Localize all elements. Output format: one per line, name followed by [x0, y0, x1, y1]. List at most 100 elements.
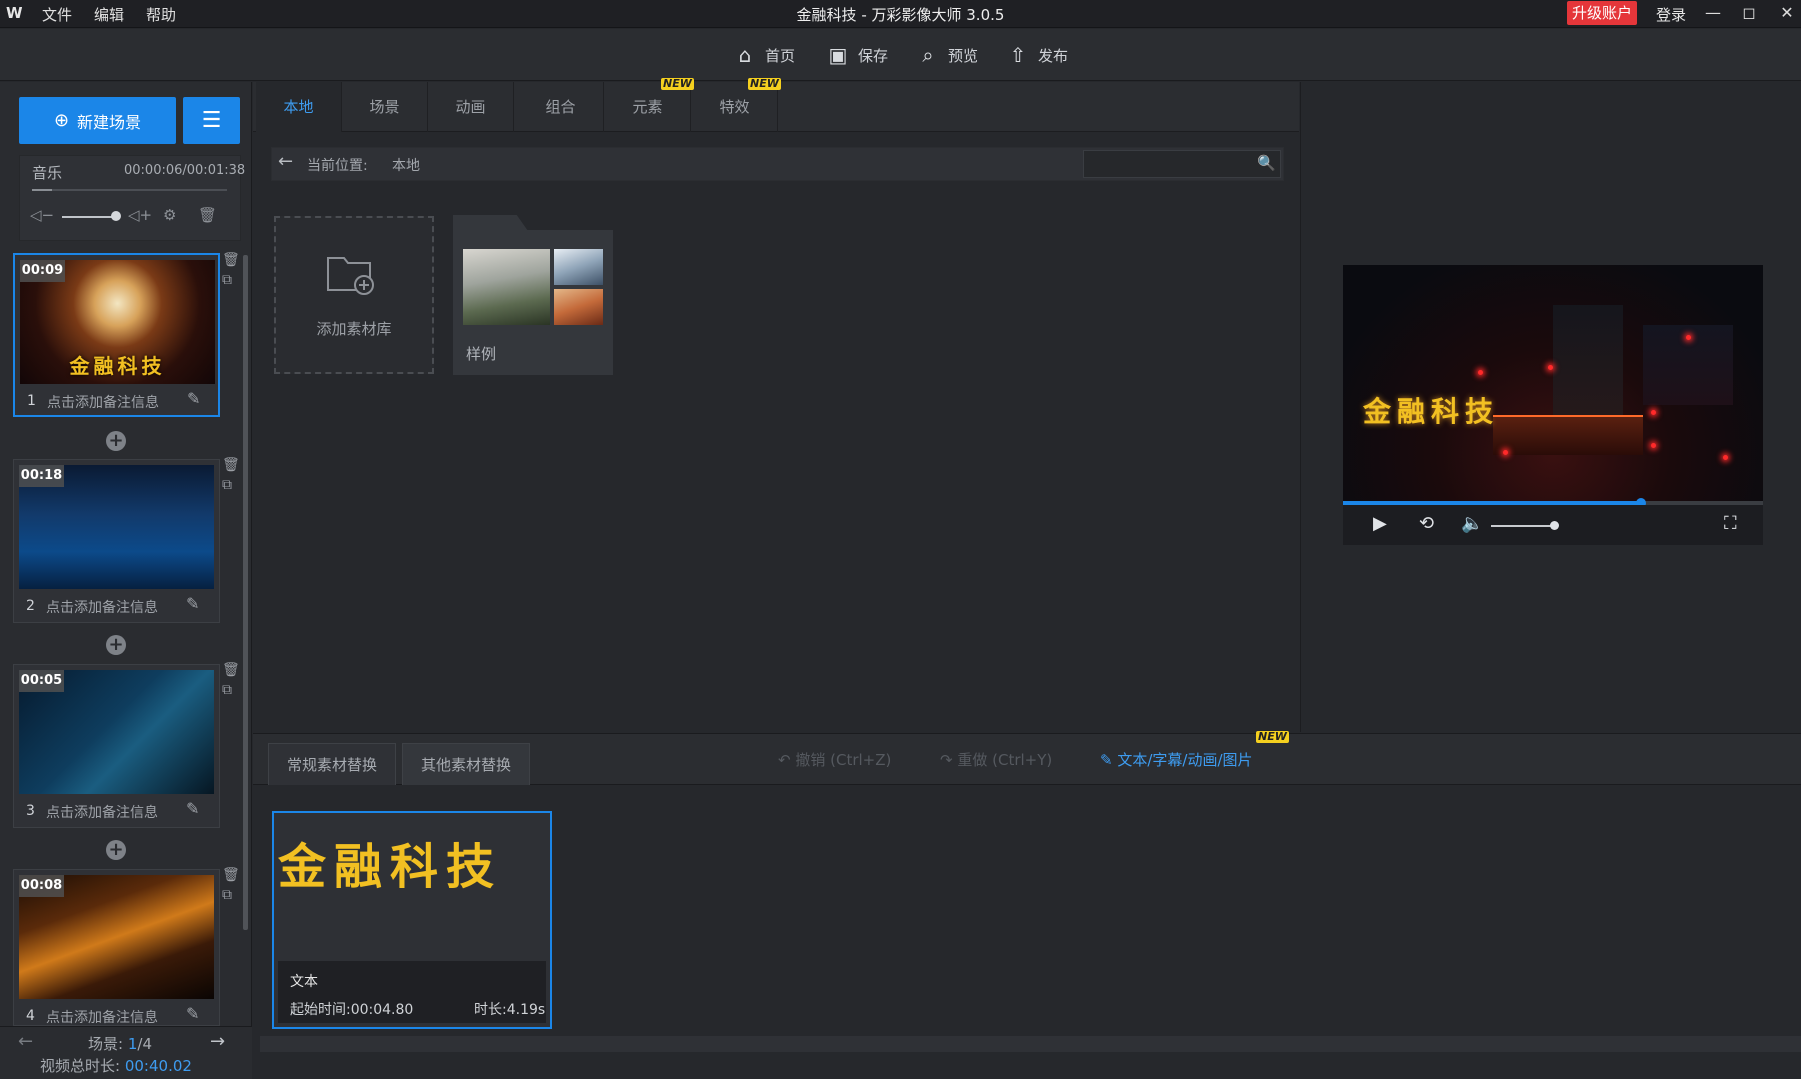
scene-current: 1: [127, 1035, 138, 1053]
upgrade-account-button[interactable]: 升级账户: [1567, 1, 1637, 25]
edit-note-icon[interactable]: ✎: [186, 799, 199, 818]
undo-icon: ↶: [778, 751, 796, 769]
preview-label: 预览: [948, 46, 979, 65]
music-volume-slider[interactable]: [62, 216, 117, 218]
save-icon: ▣: [828, 43, 848, 67]
tab-common-replace[interactable]: 常规素材替换: [268, 743, 396, 785]
delete-scene-icon[interactable]: 🗑: [222, 252, 240, 268]
copy-scene-icon[interactable]: ⧉: [222, 272, 232, 288]
preview-button[interactable]: ⌕ 预览: [916, 42, 978, 68]
redo-button[interactable]: ↷ 重做 (Ctrl+Y): [940, 749, 1052, 770]
text-element-card[interactable]: 金融科技 文本 起始时间:00:04.80 时长:4.19s: [272, 811, 552, 1029]
scene-number: 3: [26, 803, 35, 819]
scene-card-2[interactable]: 00:18 2 点击添加备注信息 ✎: [13, 459, 220, 623]
total-duration-value: 00:40.02: [124, 1057, 192, 1075]
library-search-input[interactable]: [1083, 150, 1281, 178]
delete-scene-icon[interactable]: 🗑: [222, 867, 240, 883]
tab-other-replace[interactable]: 其他素材替换: [402, 743, 530, 785]
scene-list-menu-button[interactable]: ☰: [183, 97, 240, 144]
play-icon[interactable]: ▶: [1373, 513, 1387, 534]
publish-button[interactable]: ⇧ 发布: [1006, 42, 1068, 68]
music-time: 00:00:06/00:01:38: [124, 163, 246, 178]
scene-note[interactable]: 点击添加备注信息: [46, 597, 158, 617]
copy-scene-icon[interactable]: ⧉: [222, 477, 232, 493]
scene-note[interactable]: 点击添加备注信息: [46, 1007, 158, 1027]
scene-note[interactable]: 点击添加备注信息: [47, 392, 159, 412]
login-button[interactable]: 登录: [1656, 4, 1686, 25]
light-dot: [1478, 370, 1483, 375]
add-scene-icon[interactable]: +: [106, 840, 126, 860]
music-label: 音乐: [32, 164, 63, 182]
scene-number: 4: [26, 1008, 35, 1024]
prev-scene-arrow-icon[interactable]: ←: [18, 1031, 33, 1052]
video-volume-slider[interactable]: [1491, 525, 1551, 527]
volume-up-icon[interactable]: ◁+: [128, 206, 152, 224]
new-badge: NEW: [661, 77, 694, 90]
scene-counter: 场景: 1/4: [88, 1033, 152, 1054]
main-toolbar: [0, 29, 1801, 81]
home-button[interactable]: ⌂ 首页: [733, 42, 795, 68]
tab-group[interactable]: 组合: [518, 82, 604, 132]
copy-scene-icon[interactable]: ⧉: [222, 887, 232, 903]
preview-icon: ⌕: [922, 43, 934, 67]
scene-duration-badge: 00:09: [20, 260, 65, 282]
delete-scene-icon[interactable]: 🗑: [222, 457, 240, 473]
next-scene-arrow-icon[interactable]: →: [210, 1031, 225, 1052]
copy-scene-icon[interactable]: ⧉: [222, 682, 232, 698]
new-scene-button[interactable]: ⊕ 新建场景: [19, 97, 176, 144]
building-shape: [1493, 415, 1643, 455]
sample-folder[interactable]: 样例: [453, 230, 613, 375]
tab-local[interactable]: 本地: [256, 82, 342, 132]
edit-note-icon[interactable]: ✎: [186, 594, 199, 613]
list-icon: ☰: [201, 108, 222, 133]
scene-list-scrollbar[interactable]: [243, 255, 248, 930]
text-subtitle-button[interactable]: ✎ 文本/字幕/动画/图片: [1100, 749, 1253, 770]
folder-preview-image: [554, 289, 603, 325]
save-button[interactable]: ▣ 保存: [826, 42, 888, 68]
light-dot: [1723, 455, 1728, 460]
delete-scene-icon[interactable]: 🗑: [222, 662, 240, 678]
replay-icon[interactable]: ⟲: [1419, 513, 1434, 534]
edit-note-icon[interactable]: ✎: [186, 1004, 199, 1023]
tab-animation[interactable]: 动画: [428, 82, 514, 132]
add-scene-icon[interactable]: +: [106, 635, 126, 655]
video-preview[interactable]: 金融科技: [1343, 265, 1763, 501]
back-arrow-icon[interactable]: ←: [278, 151, 293, 172]
scene-total: /4: [137, 1035, 152, 1053]
scene-card-4[interactable]: 00:08 4 点击添加备注信息 ✎: [13, 869, 220, 1026]
total-duration: 视频总时长: 00:40.02: [40, 1055, 192, 1076]
volume-down-icon[interactable]: ◁−: [30, 206, 54, 224]
redo-label: 重做 (Ctrl+Y): [957, 751, 1053, 769]
new-badge: NEW: [1256, 730, 1289, 743]
card-start-time: 起始时间:00:04.80: [290, 1002, 414, 1018]
volume-icon[interactable]: 🔈: [1461, 513, 1483, 534]
add-library-label: 添加素材库: [316, 320, 392, 338]
folder-label: 样例: [466, 345, 497, 363]
maximize-icon[interactable]: ◻: [1737, 2, 1761, 24]
search-icon[interactable]: 🔍: [1257, 154, 1276, 172]
total-duration-label: 视频总时长:: [40, 1057, 121, 1075]
pencil-icon: ✎: [1100, 751, 1118, 769]
close-icon[interactable]: ✕: [1775, 2, 1799, 24]
add-scene-icon[interactable]: +: [106, 431, 126, 451]
scene-card-1[interactable]: 金融科技 00:09 1 点击添加备注信息 ✎: [13, 253, 220, 417]
edit-note-icon[interactable]: ✎: [187, 389, 200, 408]
trash-icon[interactable]: 🗑: [198, 206, 217, 224]
light-dot: [1651, 443, 1656, 448]
new-scene-label: 新建场景: [77, 112, 142, 132]
gear-icon[interactable]: ⚙: [163, 206, 176, 224]
editor-horizontal-scrollbar[interactable]: [260, 1036, 1801, 1052]
music-volume-knob[interactable]: [111, 211, 121, 221]
scene-number: 1: [27, 393, 36, 409]
undo-button[interactable]: ↶ 撤销 (Ctrl+Z): [778, 749, 891, 770]
add-library-button[interactable]: 添加素材库: [274, 216, 434, 374]
scene-note[interactable]: 点击添加备注信息: [46, 802, 158, 822]
fullscreen-icon[interactable]: ⛶: [1724, 513, 1737, 534]
window-title: 金融科技 - 万彩影像大师 3.0.5: [796, 6, 1005, 24]
tab-scene[interactable]: 场景: [342, 82, 428, 132]
music-progress-track[interactable]: [32, 189, 227, 191]
video-volume-knob[interactable]: [1550, 521, 1559, 530]
scene-card-3[interactable]: 00:05 3 点击添加备注信息 ✎: [13, 664, 220, 828]
card-title-text: 金融科技: [278, 839, 503, 895]
minimize-icon[interactable]: —: [1701, 2, 1725, 24]
